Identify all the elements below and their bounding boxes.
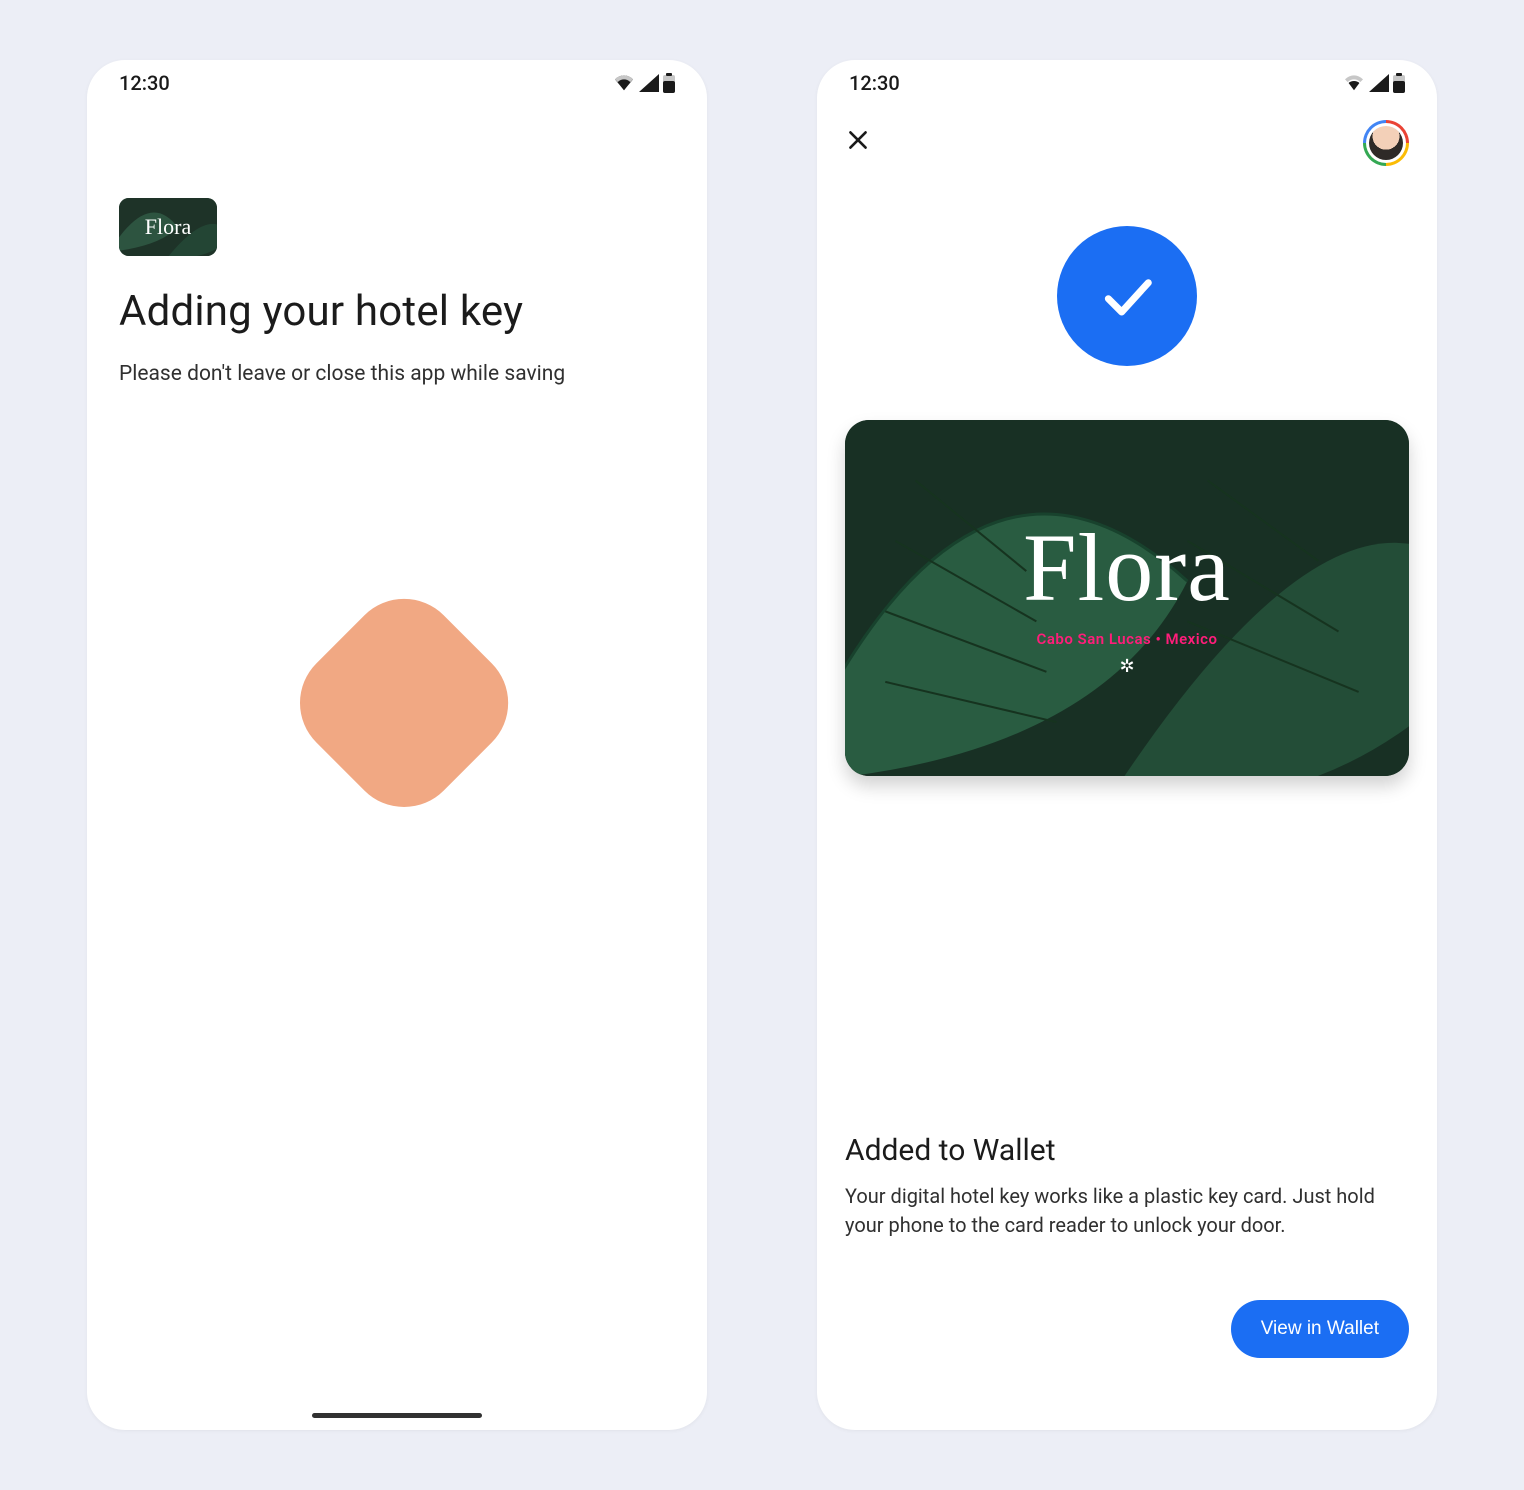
cellular-icon — [639, 74, 659, 92]
page-subtitle: Please don't leave or close this app whi… — [119, 362, 675, 386]
wifi-icon — [1343, 74, 1365, 92]
view-in-wallet-button[interactable]: View in Wallet — [1231, 1300, 1409, 1358]
wifi-icon — [613, 74, 635, 92]
status-time: 12:30 — [849, 71, 900, 95]
battery-icon — [1393, 73, 1405, 93]
page-title: Adding your hotel key — [119, 288, 675, 336]
status-icons — [1343, 73, 1405, 93]
home-indicator[interactable] — [312, 1413, 482, 1418]
hotel-key-card[interactable]: Flora Cabo San Lucas • Mexico ✲ — [845, 420, 1409, 776]
brand-name: Flora — [1023, 520, 1231, 616]
cellular-icon — [1369, 74, 1389, 92]
status-time: 12:30 — [119, 71, 170, 95]
battery-icon — [663, 73, 675, 93]
added-body: Your digital hotel key works like a plas… — [845, 1182, 1409, 1240]
brand-mini-label: Flora — [145, 214, 191, 240]
phone-screen-loading: 12:30 Flora Adding your — [87, 60, 707, 1430]
account-avatar[interactable] — [1363, 120, 1409, 166]
phone-screen-success: 12:30 — [817, 60, 1437, 1430]
added-title: Added to Wallet — [845, 1133, 1409, 1168]
success-check-icon — [1057, 226, 1197, 366]
close-icon[interactable] — [845, 127, 871, 159]
status-icons — [613, 73, 675, 93]
loading-indicator — [307, 620, 487, 800]
hotel-key-thumbnail: Flora — [119, 198, 217, 256]
status-bar: 12:30 — [817, 60, 1437, 106]
sparkle-icon: ✲ — [1119, 656, 1134, 677]
status-bar: 12:30 — [87, 60, 707, 106]
brand-location: Cabo San Lucas • Mexico — [1037, 630, 1218, 648]
